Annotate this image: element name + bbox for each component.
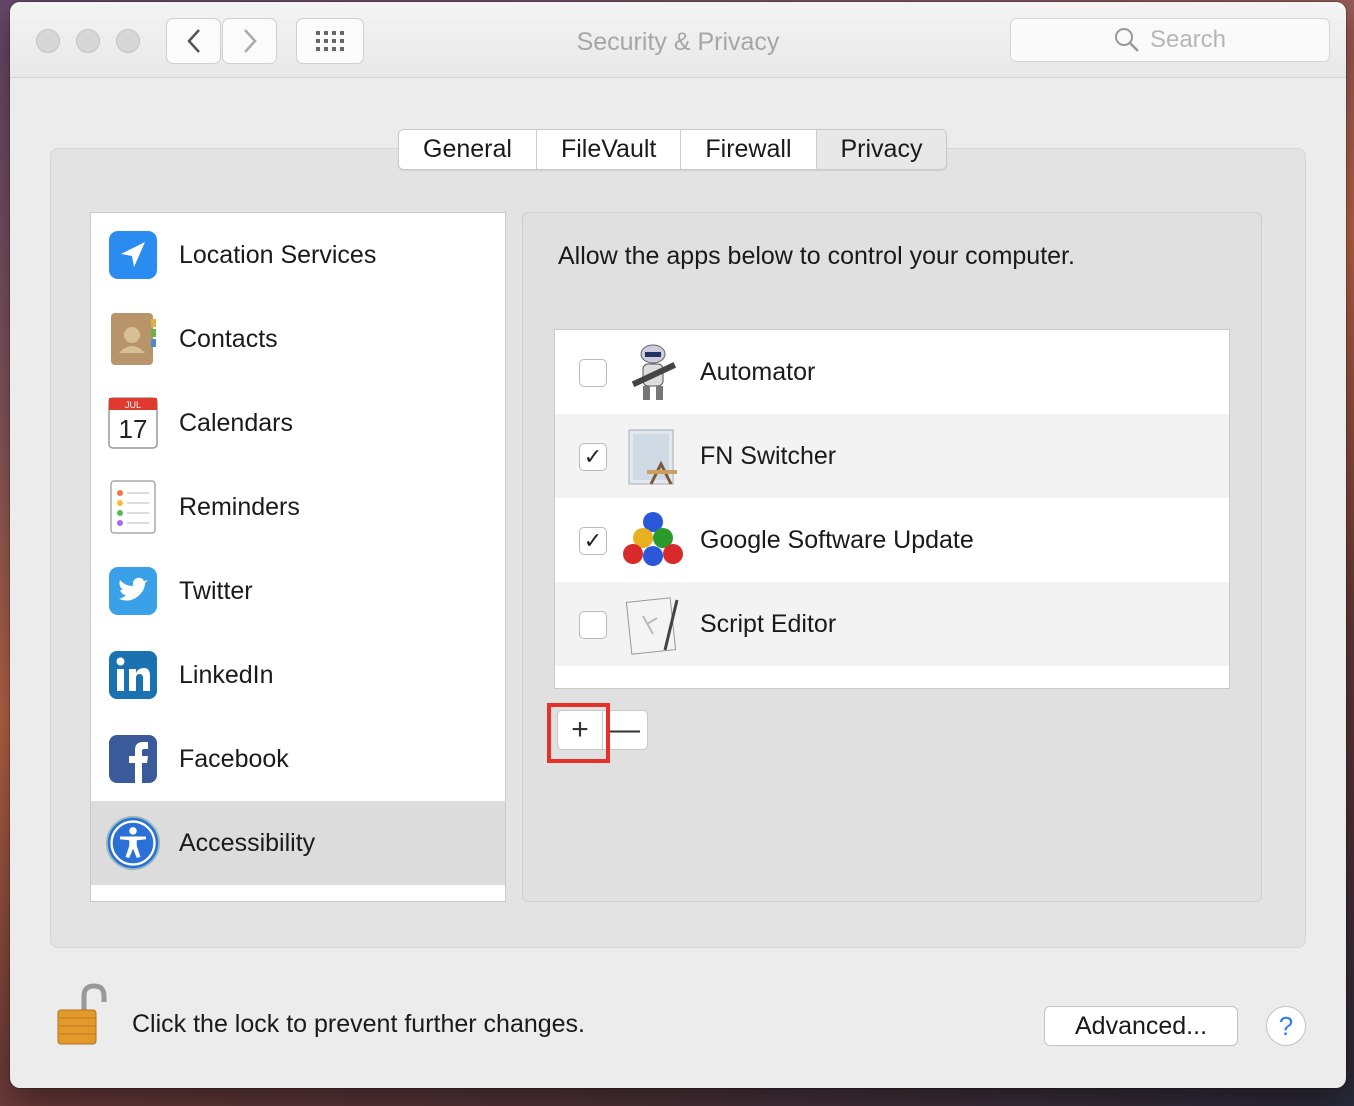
- facebook-icon: [105, 731, 161, 787]
- list-item-partial: [555, 666, 1229, 688]
- search-placeholder: Search: [1149, 26, 1227, 53]
- sidebar-item-facebook[interactable]: Facebook: [91, 717, 505, 801]
- titlebar: Security & Privacy Search: [10, 2, 1346, 78]
- app-checkbox-automator[interactable]: [579, 359, 607, 387]
- reminders-list-icon: [105, 479, 161, 535]
- sidebar-item-calendars[interactable]: JUL 17 Calendars: [91, 381, 505, 465]
- google-update-balls-icon: [623, 512, 683, 566]
- app-name: Google Software Update: [700, 526, 974, 554]
- list-item-fn-switcher[interactable]: ✓ FN Switcher: [555, 414, 1229, 498]
- sidebar-item-label: LinkedIn: [179, 660, 274, 689]
- linkedin-icon: [105, 647, 161, 703]
- sidebar-item-reminders[interactable]: Reminders: [91, 465, 505, 549]
- search-field[interactable]: Search: [1010, 18, 1330, 62]
- app-checkbox-google-software-update[interactable]: ✓: [579, 527, 607, 555]
- accessibility-description: Allow the apps below to control your com…: [558, 242, 1075, 270]
- sidebar-item-label: Calendars: [179, 408, 293, 437]
- script-editor-icon: [625, 597, 679, 655]
- twitter-bird-icon: [105, 563, 161, 619]
- calendar-icon: JUL 17: [105, 395, 161, 451]
- sidebar-item-label: Twitter: [179, 576, 253, 605]
- sidebar-item-location-services[interactable]: Location Services: [91, 213, 505, 297]
- sidebar-item-label: Contacts: [179, 324, 278, 353]
- advanced-button[interactable]: Advanced...: [1044, 1006, 1238, 1046]
- sidebar-item-label: Facebook: [179, 744, 289, 773]
- app-checkbox-fn-switcher[interactable]: ✓: [579, 443, 607, 471]
- app-list[interactable]: Automator ✓ FN Switcher ✓ Google Softwar…: [554, 329, 1230, 689]
- highlight-box: [547, 703, 610, 763]
- location-arrow-icon: [105, 227, 161, 283]
- help-button[interactable]: ?: [1266, 1006, 1306, 1046]
- sidebar-item-label: Accessibility: [179, 828, 316, 857]
- tab-general[interactable]: General: [399, 130, 537, 169]
- tab-privacy[interactable]: Privacy: [816, 130, 947, 169]
- list-item-script-editor[interactable]: Script Editor: [555, 582, 1229, 666]
- calendar-icon-day: 17: [119, 414, 148, 444]
- accessibility-icon: [105, 815, 161, 871]
- tab-filevault[interactable]: FileVault: [536, 130, 682, 169]
- app-checkbox-script-editor[interactable]: [579, 611, 607, 639]
- security-privacy-window: Security & Privacy Search General FileVa…: [10, 2, 1346, 1088]
- app-name: Script Editor: [700, 610, 837, 638]
- tab-bar: General FileVault Firewall Privacy: [398, 129, 948, 170]
- calendar-icon-month: JUL: [125, 400, 141, 410]
- contacts-book-icon: [105, 311, 161, 367]
- app-name: FN Switcher: [700, 442, 837, 470]
- privacy-category-list: Location Services Contacts JUL 17 Calend…: [90, 212, 506, 902]
- list-item-google-software-update[interactable]: ✓ Google Software Update: [555, 498, 1229, 582]
- sidebar-item-contacts[interactable]: Contacts: [91, 297, 505, 381]
- search-icon: [1114, 28, 1139, 52]
- sidebar-item-accessibility[interactable]: Accessibility: [91, 801, 505, 885]
- app-name: Automator: [700, 358, 816, 386]
- automator-robot-icon: [631, 344, 677, 400]
- tab-firewall[interactable]: Firewall: [681, 130, 817, 169]
- sidebar-item-label: Reminders: [179, 492, 300, 521]
- sidebar-item-label: Location Services: [179, 240, 377, 269]
- unlocked-padlock-icon[interactable]: [56, 982, 110, 1048]
- generic-app-icon: [628, 429, 677, 485]
- lock-status-text: Click the lock to prevent further change…: [132, 1010, 586, 1038]
- sidebar-item-twitter[interactable]: Twitter: [91, 549, 505, 633]
- sidebar-item-linkedin[interactable]: LinkedIn: [91, 633, 505, 717]
- list-item-automator[interactable]: Automator: [555, 330, 1229, 414]
